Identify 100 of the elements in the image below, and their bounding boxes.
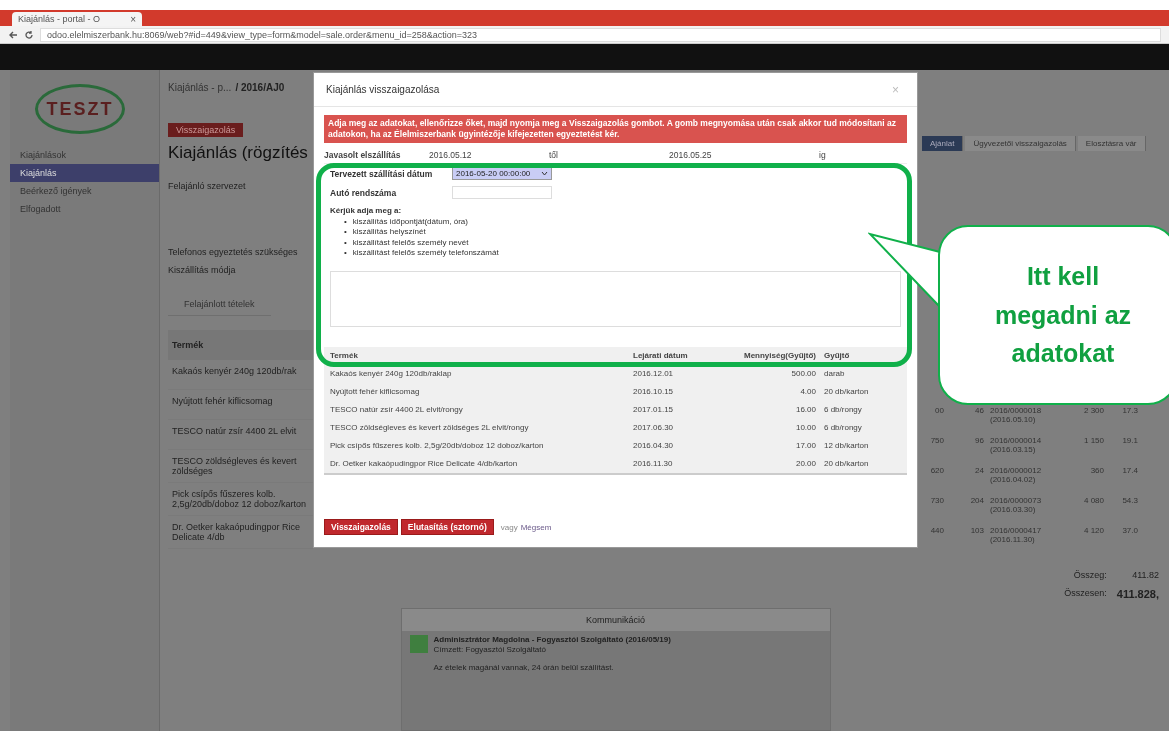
table-cell-text: 2016/0000073 (2016.03.30) bbox=[990, 496, 1043, 516]
sidebar-item[interactable]: Elfogadott bbox=[10, 200, 159, 218]
list-item: kiszállítást felelős személy telefonszámát bbox=[352, 248, 499, 259]
field-label: Javasolt elszállítás bbox=[324, 150, 402, 161]
suffix-text: ig bbox=[819, 150, 827, 161]
table-cell-text: 17.4 bbox=[1121, 466, 1138, 477]
back-icon[interactable] bbox=[8, 29, 18, 40]
sidebar-item[interactable]: Kiajánlások bbox=[10, 146, 159, 164]
breadcrumb-current: / 2016/AJ0 bbox=[235, 82, 285, 93]
field-label: Telefonos egyeztetés szükséges bbox=[168, 247, 299, 257]
bullet-mark: • bbox=[344, 227, 347, 238]
table-cell-text: 96 bbox=[974, 436, 984, 447]
table-cell-text: 204 bbox=[969, 496, 984, 507]
grand-total-label: Összesen: bbox=[1063, 588, 1107, 600]
table-cell-text: 46 bbox=[974, 406, 984, 417]
or-text: vagy bbox=[500, 522, 518, 532]
reject-button[interactable]: Elutasítás (sztornó) bbox=[400, 519, 494, 535]
bullet-mark: • bbox=[344, 217, 347, 228]
page-title: Kiajánlás (rögzítés bbox=[168, 143, 309, 163]
table-cell-text: 17.00 bbox=[794, 441, 816, 451]
table-cell-text: TESCO zöldségleves és kevert zöldséges 2L elvit/rongy bbox=[330, 423, 530, 433]
table-cell-text: 2016/0000417 (2016.11.30) bbox=[990, 526, 1043, 546]
status-step[interactable]: Elosztásra vár bbox=[1077, 136, 1146, 151]
field-label: Autó rendszáma bbox=[330, 187, 398, 198]
table-cell-text: 2017.01.15 bbox=[633, 405, 675, 415]
total-value: 411.82 bbox=[1131, 570, 1159, 580]
table-cell-text: 17.3 bbox=[1121, 406, 1138, 417]
table-cell-text: darab bbox=[824, 369, 846, 379]
table-cell-text: 360 bbox=[1089, 466, 1104, 477]
alert-message: Adja meg az adatokat, ellenőrizze őket, majd nyomja meg a Visszaigazolás gombot. A gomb megnyomása után csak akkor tud módosítani az adatokon, ha az Élelmiszerbank ügyintézője kifejezetten egyeztetést kér. bbox=[324, 115, 907, 144]
table-cell-text: 54.3 bbox=[1121, 496, 1138, 507]
suffix-text: től bbox=[549, 150, 559, 161]
table-cell-text: Dr. Oetker kakaópudingpor Rice Delicate 4/db/karton bbox=[330, 459, 519, 469]
breadcrumb[interactable]: Kiajánlás - p... bbox=[168, 82, 232, 93]
table-cell-text: 4 080 bbox=[1082, 496, 1104, 507]
callout-text: Itt kell megadni az adatokat bbox=[993, 260, 1133, 370]
browser-tab[interactable]: Kiajánlás - portal - O × bbox=[12, 12, 142, 26]
dialog-title: Kiajánlás visszaigazolása bbox=[326, 84, 440, 95]
message-recipient: Címzett: Fogyasztói Szolgáltató bbox=[433, 645, 547, 654]
table-cell-text: 16.00 bbox=[794, 405, 816, 415]
status-step[interactable]: Ajánlat bbox=[922, 136, 964, 151]
field-label: Kiszállítás módja bbox=[168, 265, 237, 275]
table-cell-text: 2017.06.30 bbox=[633, 423, 675, 433]
confirm-button[interactable]: Visszaigazolás bbox=[324, 519, 398, 535]
table-cell-text: 2016/0000018 (2016.05.10) bbox=[990, 406, 1043, 426]
bullet-mark: • bbox=[344, 237, 347, 249]
table-cell-text: 24 bbox=[974, 466, 984, 477]
table-cell-text: 10.00 bbox=[794, 423, 816, 433]
bullet-mark: • bbox=[344, 248, 347, 259]
table-cell-text: 19.1 bbox=[1121, 436, 1138, 447]
table-cell-text: Pick csípős fűszeres kolb. 2,5g/20db/doboz 12 doboz/karton bbox=[330, 441, 545, 451]
confirm-button[interactable]: Visszaigazolás bbox=[168, 123, 244, 137]
table-cell-text: 12 db/karton bbox=[824, 441, 870, 451]
table-cell-text: 20.00 bbox=[794, 459, 816, 469]
total-label: Összeg: bbox=[1072, 570, 1107, 580]
table-cell-text: 2016.10.15 bbox=[633, 387, 675, 397]
list-item: kiszállítást felelős személy nevét bbox=[352, 237, 469, 249]
table-cell-text: 1 150 bbox=[1082, 436, 1104, 447]
column-header: Termék bbox=[330, 351, 359, 361]
sidebar-item[interactable]: Kiajánlás bbox=[10, 164, 159, 182]
column-header: Lejárati dátum bbox=[633, 351, 689, 361]
table-cell-text: Kakaós kenyér 240g 120db/raklap bbox=[330, 369, 453, 379]
table-cell-text: 620 bbox=[929, 466, 944, 477]
address-bar[interactable]: odoo.elelmiszerbank.hu:8069/web?#id=449&view_type=form&model=sale.order&menu_id=258&action=323 bbox=[40, 27, 1161, 42]
table-cell-text: 6 db/rongy bbox=[824, 405, 863, 415]
table-cell-text: 2016/0000012 (2016.04.02) bbox=[990, 466, 1043, 486]
table-cell-text: 750 bbox=[929, 436, 944, 447]
table-header: Termék bbox=[168, 330, 313, 360]
field-label: Tervezett szállítási dátum bbox=[330, 168, 434, 179]
date-text: 2016.05.12 bbox=[429, 150, 473, 161]
field-label: Felajánló szervezet bbox=[168, 181, 247, 191]
table-cell-text: 2016.12.01 bbox=[633, 369, 675, 379]
list-item: kiszállítás időpontját(dátum, óra) bbox=[352, 217, 468, 228]
input-field[interactable] bbox=[452, 186, 552, 200]
table-cell-text: 2016.11.30 bbox=[633, 459, 674, 469]
avatar-icon bbox=[409, 635, 428, 653]
table-cell-text: 2016.04.30 bbox=[633, 441, 675, 451]
table-cell-text: 37.0 bbox=[1121, 526, 1138, 537]
table-cell-text: 500.00 bbox=[790, 369, 816, 379]
table-cell-text: 4.00 bbox=[799, 387, 816, 397]
table-cell-text: 103 bbox=[969, 526, 984, 537]
cancel-link[interactable]: Mégsem bbox=[520, 522, 552, 532]
date-text: 2016.05.25 bbox=[669, 150, 713, 161]
table-cell-text: 2016/0000014 (2016.03.15) bbox=[990, 436, 1043, 456]
table-cell-text: 730 bbox=[929, 496, 944, 507]
table-cell-text: 440 bbox=[929, 526, 944, 537]
table-cell-text: 6 db/rongy bbox=[824, 423, 863, 433]
column-header: Gyűjtő bbox=[824, 351, 851, 361]
sidebar-item[interactable]: Beérkező igények bbox=[10, 182, 159, 200]
tab[interactable]: Felajánlott tételek bbox=[168, 293, 271, 316]
message-text: Az ételek magánál vannak, 24 órán belül szállítást. bbox=[433, 663, 615, 672]
table-cell-text: 20 db/karton bbox=[824, 459, 870, 469]
table-cell-text: Nyújtott fehér kiflicsomag bbox=[330, 387, 421, 397]
logo: TESZT bbox=[35, 84, 125, 134]
reload-icon[interactable] bbox=[24, 29, 34, 40]
tab-close-button[interactable]: × bbox=[130, 13, 136, 25]
note-title: Kérjük adja meg a: bbox=[330, 206, 403, 216]
table-cell-text: 4 120 bbox=[1082, 526, 1104, 537]
status-step[interactable]: Ügyvezetői visszaigazolás bbox=[965, 136, 1076, 151]
message-author: Adminisztrátor Magdolna - Fogyasztói Szolgáltató (2016/05/19) bbox=[433, 635, 671, 644]
